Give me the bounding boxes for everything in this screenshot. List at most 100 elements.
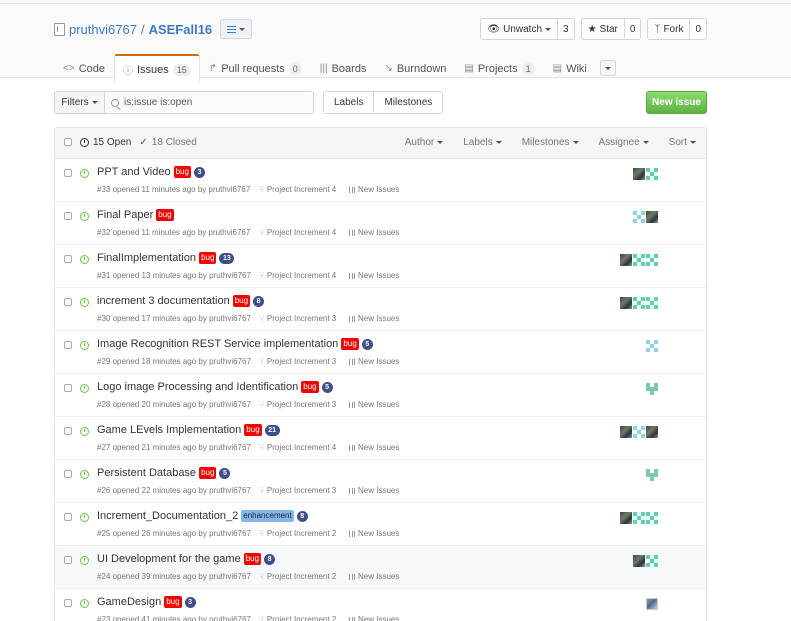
assignee-avatar[interactable]: [633, 168, 645, 180]
issue-label[interactable]: enhancement: [241, 510, 294, 522]
author-filter[interactable]: Author: [405, 137, 444, 148]
assignee-avatar[interactable]: [633, 555, 645, 567]
labels-button[interactable]: Labels: [323, 91, 375, 114]
issue-milestone[interactable]: ☟ Project Increment 3: [259, 486, 349, 495]
assignee-avatar[interactable]: [646, 297, 658, 309]
issue-milestone[interactable]: ☟ Project Increment 4: [259, 228, 349, 237]
issue-checkbox[interactable]: [64, 556, 72, 564]
assignee-avatar[interactable]: [620, 254, 632, 266]
assignee-avatar[interactable]: [633, 426, 645, 438]
issue-label[interactable]: bug: [341, 338, 359, 350]
issue-milestone[interactable]: ☟ Project Increment 3: [259, 400, 349, 409]
assignee-avatar[interactable]: [633, 512, 645, 524]
issue-milestone[interactable]: ☟ Project Increment 4: [259, 185, 349, 194]
assignee-avatar[interactable]: [646, 555, 658, 567]
issue-title-link[interactable]: Final Paper: [97, 209, 153, 221]
tab-burndown[interactable]: ↘ Burndown: [375, 54, 455, 82]
filters-button[interactable]: Filters: [54, 91, 105, 114]
issue-project[interactable]: New Issues: [349, 271, 399, 280]
comment-count-badge[interactable]: 8: [253, 295, 265, 307]
issue-milestone[interactable]: ☟ Project Increment 4: [259, 443, 349, 452]
labels-filter[interactable]: Labels: [463, 137, 502, 148]
issue-row[interactable]: Persistent Database bug 5 #26 opened 22 …: [55, 460, 706, 503]
assignee-avatar[interactable]: [633, 254, 645, 266]
sort-filter[interactable]: Sort: [669, 137, 696, 148]
issue-row[interactable]: FinalImplementation bug 13 #31 opened 13…: [55, 245, 706, 288]
issue-project[interactable]: New Issues: [349, 443, 399, 452]
issue-milestone[interactable]: ☟ Project Increment 2: [259, 572, 349, 581]
tab-pull-requests[interactable]: ↱ Pull requests 0: [200, 54, 311, 82]
assignee-avatar[interactable]: [620, 297, 632, 309]
owner-link[interactable]: pruthvi6767: [69, 22, 137, 37]
comment-count-badge[interactable]: 3: [184, 596, 196, 608]
issue-label[interactable]: bug: [301, 381, 319, 393]
assignee-avatar[interactable]: [633, 211, 645, 223]
forks-count[interactable]: 0: [690, 18, 707, 40]
comment-count-badge[interactable]: 8: [264, 553, 276, 565]
closed-issues-link[interactable]: ✓ 18 Closed: [139, 137, 196, 148]
issue-milestone[interactable]: ☟ Project Increment 4: [259, 271, 349, 280]
assignee-filter[interactable]: Assignee: [599, 137, 649, 148]
issue-title-link[interactable]: Increment_Documentation_2: [97, 510, 238, 522]
issue-project[interactable]: New Issues: [349, 615, 399, 621]
assignee-avatar[interactable]: [646, 426, 658, 438]
comment-count-badge[interactable]: 13: [219, 252, 235, 264]
comment-count-badge[interactable]: 3: [193, 166, 205, 178]
issue-project[interactable]: New Issues: [349, 185, 399, 194]
tab-boards[interactable]: ||| Boards: [311, 54, 376, 82]
issue-title-link[interactable]: UI Development for the game: [97, 553, 241, 565]
new-issue-button[interactable]: New issue: [646, 91, 707, 114]
issue-checkbox[interactable]: [64, 212, 72, 220]
issue-title-link[interactable]: Image Recognition REST Service implement…: [97, 338, 338, 350]
comment-count-badge[interactable]: 5: [219, 467, 231, 479]
repo-menu-button[interactable]: [220, 19, 253, 39]
assignee-avatar[interactable]: [646, 383, 658, 395]
issue-label[interactable]: bug: [173, 166, 191, 178]
issue-row[interactable]: UI Development for the game bug 8 #24 op…: [55, 546, 706, 589]
issue-checkbox[interactable]: [64, 169, 72, 177]
assignee-avatar[interactable]: [646, 469, 658, 481]
assignee-avatar[interactable]: [646, 254, 658, 266]
issue-project[interactable]: New Issues: [349, 572, 399, 581]
stars-count[interactable]: 0: [624, 18, 642, 40]
issue-milestone[interactable]: ☟ Project Increment 3: [259, 357, 349, 366]
milestones-filter[interactable]: Milestones: [522, 137, 579, 148]
tab-issues[interactable]: ⓘ Issues 15: [113, 54, 200, 83]
issue-row[interactable]: increment 3 documentation bug 8 #30 open…: [55, 288, 706, 331]
issue-label[interactable]: bug: [232, 295, 251, 307]
select-all-checkbox[interactable]: [64, 138, 72, 146]
assignee-avatar[interactable]: [646, 340, 658, 352]
issue-project[interactable]: New Issues: [349, 400, 399, 409]
issue-checkbox[interactable]: [64, 341, 72, 349]
issue-title-link[interactable]: PPT and Video: [97, 166, 171, 178]
issue-checkbox[interactable]: [64, 298, 72, 306]
comment-count-badge[interactable]: 21: [264, 424, 280, 436]
issue-row[interactable]: PPT and Video bug 3 #33 opened 11 minute…: [55, 159, 706, 202]
assignee-avatar[interactable]: [646, 168, 658, 180]
issue-row[interactable]: Increment_Documentation_2 enhancement 8 …: [55, 503, 706, 546]
assignee-avatar[interactable]: [646, 598, 658, 610]
search-input[interactable]: [124, 97, 304, 108]
issue-project[interactable]: New Issues: [349, 486, 399, 495]
watchers-count[interactable]: 3: [558, 18, 575, 40]
issue-title-link[interactable]: GameDesign: [97, 596, 161, 608]
issue-title-link[interactable]: FinalImplementation: [97, 252, 196, 264]
open-issues-link[interactable]: 15 Open: [80, 137, 131, 148]
repo-link[interactable]: ASEFall16: [149, 22, 213, 37]
assignee-avatar[interactable]: [620, 512, 632, 524]
fork-button[interactable]: ᛉ Fork: [647, 18, 691, 40]
issue-checkbox[interactable]: [64, 384, 72, 392]
assignee-avatar[interactable]: [646, 512, 658, 524]
comment-count-badge[interactable]: 5: [361, 338, 373, 350]
comment-count-badge[interactable]: 8: [296, 510, 308, 522]
issue-project[interactable]: New Issues: [349, 357, 399, 366]
issue-label[interactable]: bug: [244, 424, 262, 436]
issue-checkbox[interactable]: [64, 599, 72, 607]
issue-label[interactable]: bug: [164, 596, 182, 608]
issue-project[interactable]: New Issues: [349, 529, 399, 538]
issue-title-link[interactable]: Persistent Database: [97, 467, 196, 479]
milestones-button[interactable]: Milestones: [374, 91, 444, 114]
issue-row[interactable]: Logo image Processing and Identification…: [55, 374, 706, 417]
comment-count-badge[interactable]: 5: [321, 381, 333, 393]
issue-project[interactable]: New Issues: [349, 314, 399, 323]
